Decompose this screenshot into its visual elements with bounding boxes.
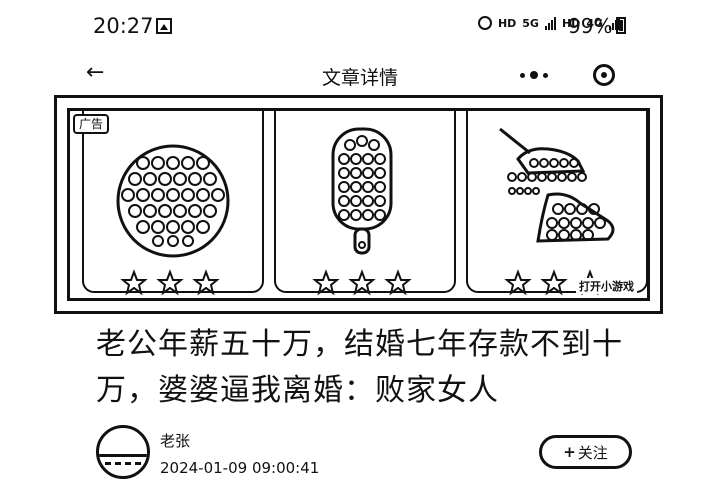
- more-options-icon[interactable]: [520, 71, 548, 79]
- rating-stars: [120, 269, 604, 296]
- gallery-notification-icon: [156, 18, 172, 34]
- open-game-link[interactable]: 打开小游戏: [576, 278, 637, 294]
- star-icon: [504, 269, 532, 296]
- 5g-label: 5G: [522, 16, 539, 30]
- signal-icon-1: [544, 16, 556, 30]
- status-time: 20:27: [93, 14, 154, 38]
- plus-icon: +: [563, 443, 576, 461]
- article-title: 老公年薪五十万，结婚七年存款不到十万，婆婆逼我离婚：败家女人: [96, 327, 623, 408]
- star-icon: [540, 269, 568, 296]
- star-icon: [348, 269, 376, 296]
- star-icon: [156, 269, 184, 296]
- star-icon: [384, 269, 412, 296]
- nav-bar: ← 文章详情: [0, 56, 720, 96]
- ad-tag: 广告: [73, 114, 110, 134]
- ad-content[interactable]: 广告 打开小游戏: [67, 108, 650, 301]
- alarm-icon: [477, 16, 492, 30]
- follow-label: 关注: [577, 443, 608, 462]
- author-avatar[interactable]: [96, 425, 150, 479]
- author-name[interactable]: 老张: [160, 430, 190, 451]
- ad-banner[interactable]: 广告 打开小游戏: [54, 95, 663, 314]
- star-icon: [192, 269, 220, 296]
- close-miniprogram-icon[interactable]: [593, 64, 615, 86]
- battery-percent: 99%: [568, 14, 613, 38]
- star-icon: [120, 269, 148, 296]
- star-icon: [312, 269, 340, 296]
- follow-button[interactable]: + 关注: [539, 435, 632, 469]
- publish-date: 2024-01-09 09:00:41: [160, 459, 320, 477]
- hd-label-1: HD: [497, 16, 517, 30]
- battery-icon: [616, 17, 626, 34]
- status-bar: 20:27 HD 5G HD 4G 99%: [0, 0, 720, 52]
